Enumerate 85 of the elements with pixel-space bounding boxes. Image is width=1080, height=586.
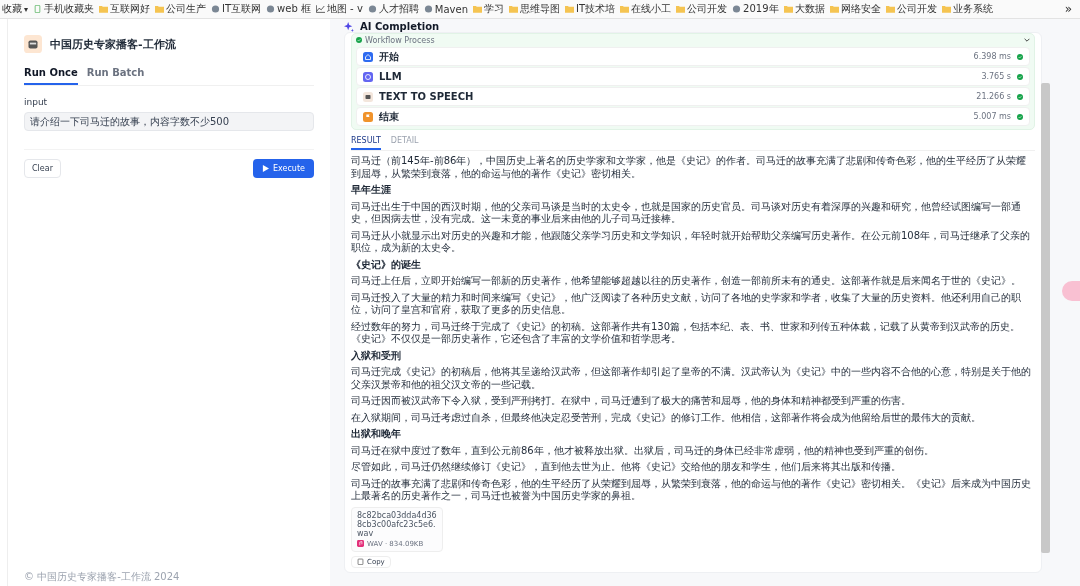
- tab[interactable]: Run Batch: [86, 67, 145, 85]
- bookmark[interactable]: web 框: [266, 2, 311, 16]
- play-icon: [262, 165, 269, 172]
- paragraph: 司马迁出生于中国的西汉时期，他的父亲司马谈是当时的太史令，也就是国家的历史官员。司马谈对历史有着深厚的兴趣和研究，他曾经试图编写一部通史，但因病去世，没有完成。这一未竟的事业后来由他的儿子司马迁接棒。: [351, 200, 1022, 226]
- bookmark[interactable]: 公司开发: [885, 2, 937, 16]
- folder-icon: [941, 5, 951, 13]
- bookmark[interactable]: 网络安全: [829, 2, 881, 16]
- paragraph: 司马迁从小就显示出对历史的兴趣和才能，他跟随父亲学习历史和文学知识，年轻时就开始帮助父亲编写历史著作。在公元前108年，司马迁继承了父亲的职位，成为新的太史令。: [351, 229, 1032, 255]
- flag-icon: [363, 111, 373, 122]
- chart-icon: [315, 5, 325, 13]
- input-field[interactable]: 请介绍一下司马迁的故事，内容字数不少500: [24, 112, 314, 131]
- section-heading: 《史记》的诞生: [351, 258, 422, 271]
- paragraph: 司马迁投入了大量的精力和时间来编写《史记》，他广泛阅读了各种历史文献，访问了各地的史学家和学者，收集了大量的历史资料。他还利用自己的职位，访问了皇宫和官府，获取了更多的历史信息。: [351, 291, 1022, 317]
- bookmark[interactable]: 2019年: [732, 2, 779, 16]
- paragraph: 司马迁（前145年-前86年），中国历史上著名的历史学家和文学家，他是《史记》的作者。司马迁的故事充满了悲剧和传奇色彩，他的生平经历了从荣耀到屈辱，从繁荣到衰落，他的命运与他的著作《史记》密切相关。: [351, 155, 1028, 180]
- paragraph: 司马迁因而被汉武帝下令入狱，受到严刑拷打。在狱中，司马迁遭到了极大的痛苦和屈辱，他的身体和精神都受到严重的伤害。: [351, 395, 912, 408]
- bookmark[interactable]: 收藏 ▾: [2, 2, 28, 16]
- site-icon: [732, 5, 742, 13]
- step-time: 3.765 s: [981, 72, 1011, 81]
- site-icon: [367, 5, 377, 13]
- bookmark[interactable]: 大数据: [783, 2, 825, 16]
- step-name: TEXT TO SPEECH: [379, 91, 474, 102]
- folder-icon: [155, 5, 164, 13]
- field-label: input: [24, 97, 49, 107]
- step-name: 结束: [379, 109, 399, 124]
- step-name: 开始: [379, 49, 399, 64]
- site-icon: [266, 5, 276, 13]
- bookmark[interactable]: 人才招聘: [367, 2, 419, 16]
- side-widget[interactable]: [1062, 281, 1080, 301]
- paragraph: 司马迁完成《史记》的初稿后，他将其呈递给汉武帝，但这部著作却引起了皇帝的不满。汉武帝认为《史记》中的一些内容不合他的心意，特别是关于他的父亲汉景帝和他的祖父汉文帝的一些记载。: [351, 366, 1032, 391]
- section-heading: 出狱和晚年: [351, 428, 402, 441]
- folder-icon: [676, 5, 686, 13]
- paragraph: 在入狱期间，司马迁考虑过自杀，但最终他决定忍受苦刑，完成《史记》的修订工作。他相信，这部著作将会成为他留给后世的最伟大的贡献。: [351, 411, 982, 424]
- site-icon: [211, 5, 220, 13]
- bookmark[interactable]: 公司生产: [155, 2, 206, 16]
- clear-button[interactable]: Clear: [24, 159, 61, 178]
- bookmark[interactable]: 学习: [473, 2, 504, 16]
- section-heading: 早年生涯: [351, 184, 392, 197]
- folder-icon: [99, 5, 108, 13]
- caret-icon[interactable]: ▾: [24, 4, 28, 14]
- bookmark[interactable]: 手机收藏夹: [33, 2, 94, 16]
- paragraph: 司马迁上任后，立即开始编写一部新的历史著作，他希望能够超越以往的历史著作，创造一部前所未有的通史。这部著作就是后来闻名于世的《史记》。: [351, 275, 1022, 288]
- panel-title: AI Completion: [360, 21, 440, 32]
- folder-icon: [565, 5, 574, 13]
- bookmark[interactable]: IT技术培: [565, 2, 616, 16]
- execute-button[interactable]: Execute: [253, 159, 314, 178]
- check-icon: [356, 37, 362, 43]
- site-icon: [423, 5, 433, 13]
- step-time: 6.398 ms: [973, 52, 1011, 61]
- workflow-title: Workflow Process: [365, 35, 435, 45]
- bookmark[interactable]: 互联网好: [99, 2, 150, 16]
- bookmark[interactable]: Maven: [423, 3, 468, 15]
- paragraph: 尽管如此，司马迁仍然继续修订《史记》，直到他去世为止。他将《史记》交给他的朋友和学生，他们后来将其出版和传播。: [351, 461, 902, 474]
- bookmark[interactable]: 地图 - v: [315, 2, 363, 16]
- tab[interactable]: RESULT: [351, 133, 381, 150]
- step-time: 21.266 s: [976, 92, 1011, 101]
- clipboard-icon: [357, 558, 364, 565]
- music-file-icon: [357, 540, 364, 547]
- overflow-button[interactable]: »: [1064, 2, 1072, 16]
- step-name: LLM: [379, 71, 402, 82]
- bookmark[interactable]: 思维导图: [509, 2, 560, 16]
- folder-icon: [885, 5, 895, 13]
- bookmark[interactable]: 业务系统: [941, 2, 993, 16]
- sparkle-icon: [344, 21, 354, 32]
- step-time: 5.007 ms: [973, 112, 1011, 121]
- folder-icon: [509, 5, 518, 13]
- chevron-icon[interactable]: [1024, 38, 1030, 42]
- scrollbar[interactable]: [1041, 83, 1050, 553]
- home-icon: [363, 51, 373, 62]
- bookmark[interactable]: 在线小工: [620, 2, 672, 16]
- folder-icon: [473, 5, 482, 13]
- bookmark[interactable]: 公司开发: [676, 2, 728, 16]
- folder-icon: [829, 5, 839, 13]
- paragraph: 经过数年的努力，司马迁终于完成了《史记》的初稿。这部著作共有130篇，包括本纪、表、书、世家和列传五种体裁，记载了从黄帝到汉武帝的历史。《史记》不仅仅是一部历史著作，它还包含了丰富的文学价值和哲学思考。: [351, 320, 1022, 346]
- file-name: 8c82bca03dda4d368cb3c00afc23c5e6.wav: [357, 510, 437, 538]
- phone-icon: [33, 5, 42, 13]
- folder-icon: [783, 5, 793, 13]
- paragraph: 司马迁的故事充满了悲剧和传奇色彩，他的生平经历了从荣耀到屈辱，从繁荣到衰落，他的命运与他的著作《史记》密切相关。《史记》后来成为中国历史上最著名的历史著作之一，司马迁也被誉为中国历史学家的鼻祖。: [351, 477, 1032, 503]
- folder-icon: [620, 5, 630, 13]
- section-heading: 入狱和受刑: [351, 349, 402, 362]
- app-title: 中国历史专家播客-工作流: [50, 36, 176, 52]
- paragraph: 司马迁在狱中度过了数年，直到公元前86年，他才被释放出狱。出狱后，司马迁的身体已经非常虚弱，他的精神也受到严重的创伤。: [351, 444, 935, 457]
- tab[interactable]: Run Once: [24, 67, 78, 85]
- footer-text: © 中国历史专家播客-工作流 2024: [24, 570, 181, 584]
- bookmark[interactable]: IT互联网: [211, 2, 262, 16]
